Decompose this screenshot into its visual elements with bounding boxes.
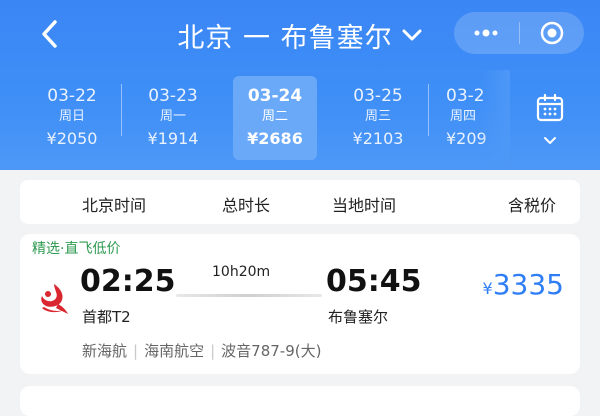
close-target-icon bbox=[540, 21, 563, 45]
departure-airport: 首都T2 bbox=[82, 308, 131, 326]
page-title: 北京 一 布鲁塞尔 bbox=[177, 22, 393, 54]
calendar-icon bbox=[536, 93, 564, 122]
calendar-button[interactable] bbox=[510, 80, 590, 160]
arrival-airport: 布鲁塞尔 bbox=[328, 308, 389, 326]
date-tab-2[interactable]: 03-24 周二 ¥2686 bbox=[233, 76, 317, 160]
date-price: ¥1914 bbox=[147, 129, 199, 148]
date-price: ¥2686 bbox=[247, 129, 303, 148]
col-departure[interactable]: 北京时间 bbox=[82, 192, 146, 216]
date-tab-3[interactable]: 03-25 周三 ¥2103 bbox=[336, 76, 420, 160]
date-divider bbox=[121, 84, 122, 136]
date-label: 03-23 bbox=[148, 86, 198, 106]
date-price: ¥2050 bbox=[46, 129, 98, 148]
col-arrival[interactable]: 当地时间 bbox=[332, 192, 396, 216]
close-button[interactable] bbox=[520, 12, 585, 54]
back-button[interactable] bbox=[30, 14, 70, 54]
mini-program-capsule bbox=[454, 12, 584, 54]
date-divider bbox=[428, 84, 429, 136]
airline-logo-icon bbox=[41, 284, 68, 314]
price-value: 3335 bbox=[492, 268, 564, 301]
date-tabs: 03-22 周日 ¥2050 03-23 周一 ¥1914 03-24 周二 ¥… bbox=[0, 70, 600, 166]
col-price[interactable]: 含税价 bbox=[508, 192, 556, 216]
flight-card[interactable]: 精选·直飞低价 02:25 首都T2 10h20m 05:45 布鲁塞尔 ¥33… bbox=[20, 234, 580, 374]
flight-duration: 10h20m bbox=[212, 264, 271, 280]
meta-aircraft: 波音787-9(大) bbox=[221, 342, 322, 360]
date-fade bbox=[480, 70, 510, 166]
date-label: 03-24 bbox=[247, 86, 303, 106]
chevron-down-icon bbox=[401, 28, 423, 42]
meta-divider: | bbox=[133, 342, 139, 360]
flight-price: ¥3335 bbox=[483, 268, 564, 301]
more-icon bbox=[474, 29, 498, 37]
more-button[interactable] bbox=[454, 12, 519, 54]
meta-program: 新海航 bbox=[82, 342, 128, 360]
next-flight-card[interactable] bbox=[20, 386, 580, 416]
chevron-down-icon bbox=[544, 137, 556, 144]
date-label: 03-22 bbox=[47, 86, 97, 106]
col-duration[interactable]: 总时长 bbox=[222, 192, 270, 216]
header: 北京 一 布鲁塞尔 03-22 周日 ¥2050 03-23 周一 ¥1914 … bbox=[0, 0, 600, 170]
meta-airline: 海南航空 bbox=[144, 342, 205, 360]
date-label: 03-2 bbox=[446, 86, 485, 106]
weekday-label: 周日 bbox=[58, 109, 85, 124]
date-price: ¥2103 bbox=[352, 129, 404, 148]
weekday-label: 周三 bbox=[364, 109, 391, 124]
back-icon bbox=[42, 20, 57, 48]
route-selector[interactable]: 北京 一 布鲁塞尔 bbox=[150, 14, 450, 56]
arrival-time: 05:45 bbox=[326, 264, 422, 299]
currency-symbol: ¥ bbox=[482, 279, 493, 298]
flight-tag: 精选·直飞低价 bbox=[32, 241, 121, 257]
weekday-label: 周一 bbox=[159, 109, 186, 124]
meta-divider: | bbox=[210, 342, 216, 360]
date-tab-0[interactable]: 03-22 周日 ¥2050 bbox=[30, 76, 114, 160]
weekday-label: 周二 bbox=[261, 109, 288, 124]
flight-meta: 新海航 | 海南航空 | 波音787-9(大) bbox=[82, 340, 321, 361]
date-tab-1[interactable]: 03-23 周一 ¥1914 bbox=[131, 76, 215, 160]
departure-time: 02:25 bbox=[80, 264, 176, 299]
weekday-label: 周四 bbox=[450, 109, 477, 124]
date-label: 03-25 bbox=[353, 86, 403, 106]
column-header: 北京时间 总时长 当地时间 含税价 bbox=[20, 180, 580, 224]
duration-line bbox=[176, 294, 322, 297]
